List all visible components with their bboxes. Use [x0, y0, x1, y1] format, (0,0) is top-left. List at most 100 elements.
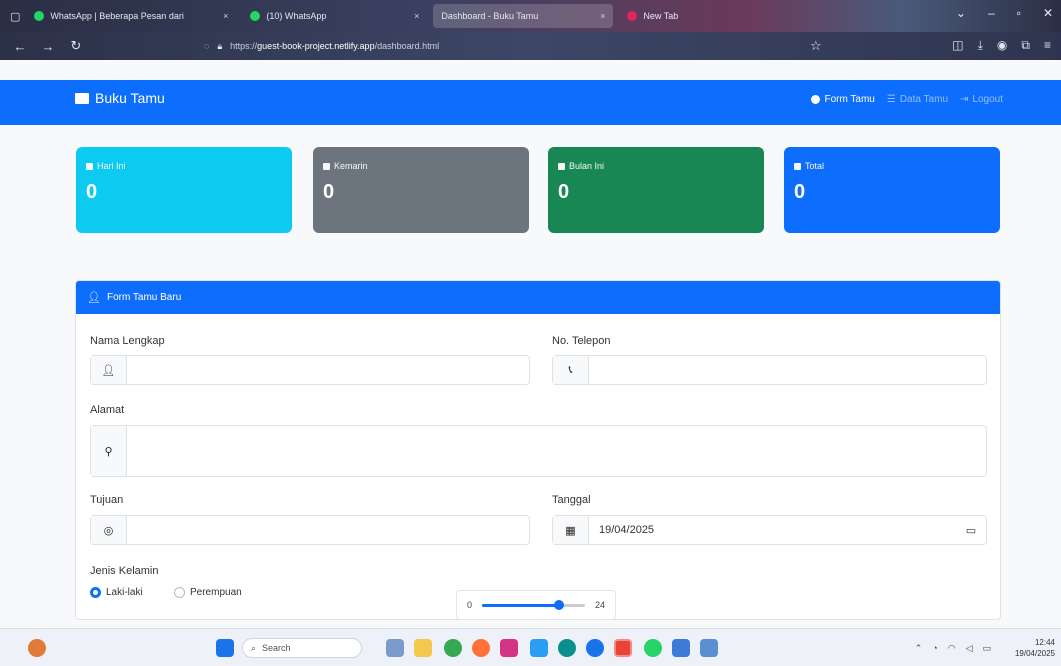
new-tab-favicon-icon — [627, 11, 638, 21]
toolbar-icons: ◫ ⤓ ◉ ⧉ ≡ — [952, 38, 1051, 53]
form-title: Form Tamu Baru — [106, 292, 182, 303]
clock-time: 12:44 — [1034, 638, 1055, 647]
close-tab-icon[interactable]: × — [215, 11, 228, 21]
taskbar-search[interactable]: ⌕ Search — [242, 638, 362, 658]
file-explorer-icon[interactable] — [414, 639, 432, 657]
browser-tab-new[interactable]: New Tab — [619, 4, 699, 28]
map-marker-icon: ⚲ — [91, 426, 127, 476]
reload-icon[interactable]: ↻ — [68, 38, 84, 54]
app-icon-2[interactable] — [530, 639, 548, 657]
browser-tab-bar: ▢ WhatsApp | Beberapa Pesan dari × (10) … — [0, 0, 1061, 32]
radio-perempuan[interactable]: Perempuan — [174, 587, 242, 598]
taskbar: ⌕ Search ⌃ ◔ ◠ ◁ ▭ 12:44 19/04/2025 — [0, 628, 1061, 666]
system-tray: ⌃ ◔ ◠ ◁ ▭ — [915, 643, 991, 654]
whatsapp-taskbar-icon[interactable] — [644, 639, 662, 657]
tujuan-input-group[interactable]: ◎ — [90, 515, 530, 545]
bookmark-star-icon[interactable]: ☆ — [810, 38, 822, 54]
tab-list-chevron-icon[interactable]: ⌄ — [956, 6, 966, 20]
windows-start-icon[interactable] — [216, 639, 234, 657]
volume-fill — [482, 603, 560, 607]
tab-actions-icon[interactable]: ▢ — [10, 10, 20, 23]
widgets-icon[interactable] — [386, 639, 404, 657]
tanggal-input[interactable]: 19/04/2025 — [589, 524, 956, 536]
stat-value: 0 — [86, 181, 98, 203]
pocket-icon[interactable]: ◫ — [952, 38, 963, 53]
tab-title: New Tab — [643, 11, 679, 21]
menu-icon[interactable]: ≡ — [1044, 38, 1051, 53]
browser-tab-dashboard[interactable]: Dashboard - Buku Tamu × — [433, 4, 614, 28]
app-icon-6[interactable] — [700, 639, 718, 657]
download-icon[interactable]: ⤓ — [978, 38, 983, 53]
brand[interactable]: Buku Tamu — [75, 90, 165, 106]
browser-tab-whatsapp-1[interactable]: WhatsApp | Beberapa Pesan dari × — [26, 4, 236, 28]
volume-icon[interactable]: ◁ — [966, 643, 973, 654]
wifi-icon[interactable]: ◠ — [948, 643, 956, 654]
stat-label: Hari Ini — [86, 161, 282, 171]
tab-title: Dashboard - Buku Tamu — [441, 11, 539, 21]
firefox-icon[interactable] — [472, 639, 490, 657]
stat-value: 0 — [794, 181, 806, 203]
calendar-icon: ▦ — [553, 516, 589, 544]
lock-icon: 🔒︎ — [217, 40, 223, 51]
close-window-icon[interactable]: ✕ — [1043, 6, 1053, 20]
app-icon-3[interactable] — [586, 639, 604, 657]
stat-card-bulan-ini: Bulan Ini 0 — [548, 147, 764, 233]
nav-logout[interactable]: ⇥ Logout — [960, 94, 1003, 105]
telepon-input-group[interactable]: 📞︎ — [552, 355, 987, 385]
clock-date: 19/04/2025 — [1014, 649, 1055, 658]
speaker-icon: 0 — [467, 600, 473, 610]
search-icon: ⌕ — [251, 642, 257, 653]
tanggal-input-group[interactable]: ▦ 19/04/2025 ▭ — [552, 515, 987, 545]
maximize-icon[interactable]: ▫ — [1017, 6, 1021, 20]
nav-label: Form Tamu — [824, 94, 875, 105]
back-icon[interactable]: ← — [12, 39, 28, 54]
date-picker-icon[interactable]: ▭ — [956, 524, 986, 537]
shield-icon: ◌ — [204, 41, 210, 51]
nav-links: Form Tamu ☰ Data Tamu ⇥ Logout — [811, 94, 1003, 105]
minimize-icon[interactable]: – — [988, 6, 995, 20]
tujuan-label: Tujuan — [90, 494, 124, 506]
clock[interactable]: 12:44 19/04/2025 — [1015, 637, 1055, 659]
stat-label: Bulan Ini — [558, 161, 754, 171]
app-icon-5[interactable] — [672, 639, 690, 657]
alamat-textarea[interactable]: ⚲ — [90, 425, 987, 477]
chrome-icon[interactable] — [444, 639, 462, 657]
stat-label: Total — [794, 161, 990, 171]
volume-popup: 0 24 — [456, 590, 616, 620]
search-placeholder: Search — [262, 643, 291, 653]
user-icon: 👤︎ — [91, 356, 127, 384]
app-icon-4[interactable] — [614, 639, 632, 657]
book-icon — [75, 92, 89, 104]
app-icon-1[interactable] — [500, 639, 518, 657]
radio-circle-checked[interactable] — [90, 587, 101, 598]
nama-label: Nama Lengkap — [90, 335, 165, 347]
stat-card-hari-ini: Hari Ini 0 — [76, 147, 292, 233]
volume-slider[interactable] — [482, 599, 585, 610]
radio-laki-laki[interactable]: Laki-laki — [90, 587, 143, 598]
calendar-month-icon — [558, 162, 565, 170]
tab-title: (10) WhatsApp — [266, 11, 327, 21]
nav-data-tamu[interactable]: ☰ Data Tamu — [887, 94, 948, 105]
nav-label: Data Tamu — [899, 94, 949, 105]
weather-icon[interactable] — [28, 639, 46, 657]
extensions-icon[interactable]: ⧉ — [1021, 38, 1030, 53]
radio-circle[interactable] — [174, 587, 185, 598]
nav-form-tamu[interactable]: Form Tamu — [811, 94, 875, 105]
battery-icon[interactable]: ▭ — [982, 643, 991, 654]
table-icon: ☰ — [886, 94, 896, 105]
volume-knob[interactable] — [554, 599, 565, 610]
account-icon[interactable]: ◉ — [997, 38, 1007, 53]
stat-label: Kemarin — [323, 161, 519, 171]
url-text: https://guest-book-project.netlify.app/d… — [230, 41, 440, 51]
tray-chevron-icon[interactable]: ⌃ — [915, 643, 923, 654]
close-tab-icon[interactable]: × — [592, 11, 605, 21]
app-navbar: Buku Tamu Form Tamu ☰ Data Tamu ⇥ Logout — [0, 80, 1061, 125]
forward-icon[interactable]: → — [40, 39, 56, 54]
network-icon[interactable]: ◔ — [932, 643, 937, 654]
user-plus-icon: 👤︎ — [87, 292, 101, 304]
nama-input-group[interactable]: 👤︎ — [90, 355, 530, 385]
edge-icon[interactable] — [558, 639, 576, 657]
close-tab-icon[interactable]: × — [406, 11, 419, 21]
address-bar[interactable]: ◌ 🔒︎ https://guest-book-project.netlify.… — [204, 41, 439, 52]
browser-tab-whatsapp-2[interactable]: (10) WhatsApp × — [242, 4, 427, 28]
